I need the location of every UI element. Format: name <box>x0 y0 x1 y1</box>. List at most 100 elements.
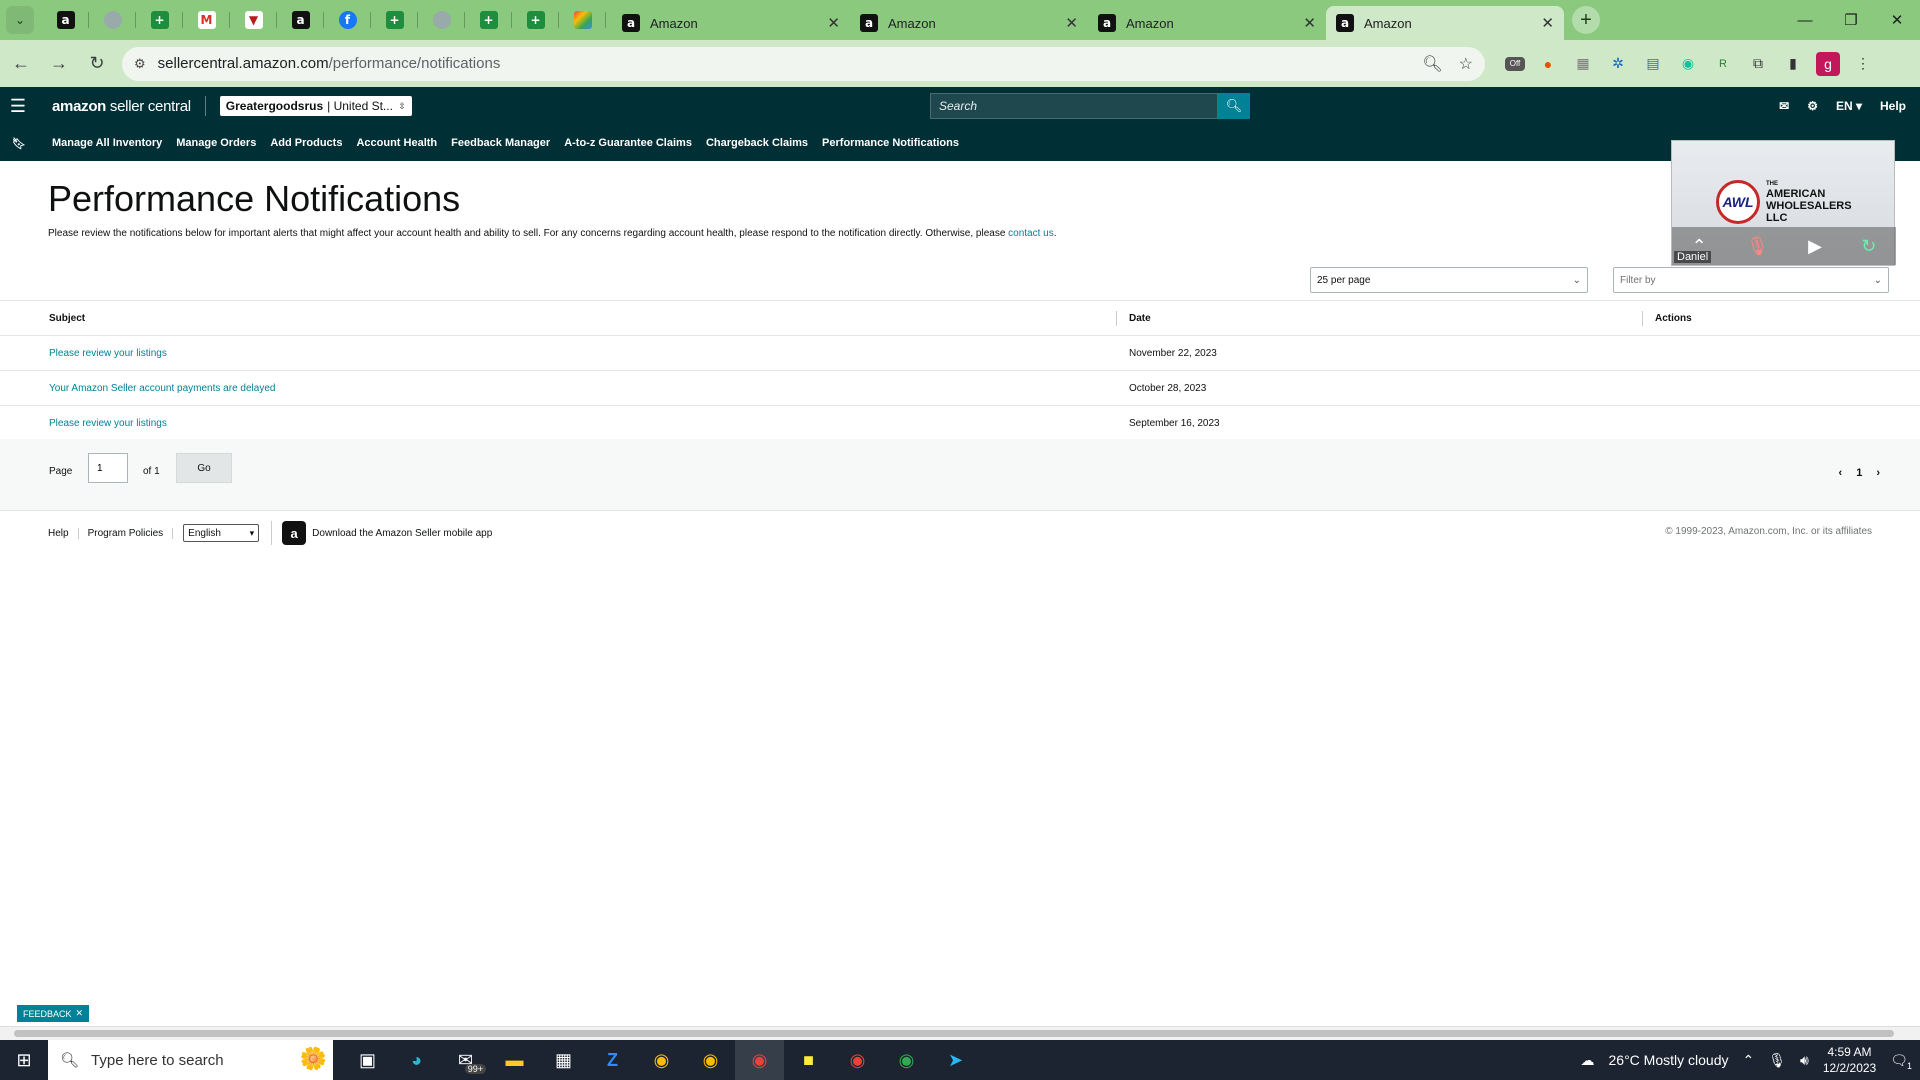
scrollbar-thumb[interactable] <box>14 1030 1894 1037</box>
extension-tool-icon[interactable]: ▦ <box>1571 52 1595 76</box>
language-selector[interactable]: EN ▾ <box>1836 99 1862 113</box>
microphone-icon[interactable]: 🎙︎ <box>1768 1052 1786 1069</box>
notification-subject-link[interactable]: Please review your listings <box>49 348 167 359</box>
extension-grammarly-icon[interactable]: ◉ <box>1676 52 1700 76</box>
profile-avatar[interactable]: g <box>1816 51 1840 76</box>
restore-button[interactable]: ❐ <box>1828 0 1874 40</box>
new-tab-button[interactable]: + <box>1572 6 1600 34</box>
notification-icon[interactable]: 🗨︎ 1 <box>1890 1052 1912 1071</box>
mic-muted-icon[interactable]: 🎙︎ <box>1746 236 1769 257</box>
pinned-tab[interactable] <box>559 0 606 40</box>
help-link[interactable]: Help <box>1880 99 1906 113</box>
browser-menu-icon[interactable]: ⋮ <box>1851 52 1875 76</box>
pinned-tab[interactable]: M <box>183 0 230 40</box>
subnav-item[interactable]: Feedback Manager <box>451 137 550 149</box>
weather-icon[interactable]: ☁ <box>1581 1052 1595 1069</box>
filter-select[interactable]: Filter by ⌄ <box>1613 267 1889 293</box>
taskbar-search[interactable]: 🔍︎ Type here to search 🌼 <box>48 1040 333 1080</box>
subnav-item[interactable]: Chargeback Claims <box>706 137 808 149</box>
extension-off-icon[interactable]: Off <box>1505 56 1525 71</box>
chrome-icon[interactable]: ◉ <box>882 1040 931 1080</box>
search-input[interactable] <box>930 93 1218 119</box>
hamburger-menu-icon[interactable]: ☰ <box>0 96 36 117</box>
windows-start-icon[interactable]: ⊞ <box>0 1050 48 1071</box>
chevron-right-icon[interactable]: › <box>1876 467 1880 479</box>
page-number-input[interactable] <box>88 453 128 483</box>
chrome-icon[interactable]: ◉ <box>833 1040 882 1080</box>
search-button[interactable]: 🔍︎ <box>1218 93 1250 119</box>
close-tab-icon[interactable]: ✕ <box>827 14 840 32</box>
extensions-puzzle-icon[interactable]: ⧉ <box>1746 52 1770 76</box>
footer-language-select[interactable]: English ▾ <box>183 524 260 542</box>
back-button[interactable]: ← <box>4 47 38 81</box>
mail-icon[interactable]: ✉ <box>1779 99 1789 113</box>
footer-help-link[interactable]: Help <box>39 527 79 539</box>
mail-app-icon[interactable]: ✉ 99+ <box>441 1040 490 1080</box>
contact-us-link[interactable]: contact us <box>1008 228 1054 239</box>
subnav-item[interactable]: Manage All Inventory <box>52 137 162 149</box>
chrome-icon[interactable]: ◉ <box>686 1040 735 1080</box>
close-tab-icon[interactable]: ✕ <box>1303 14 1316 32</box>
per-page-select[interactable]: 25 per page ⌄ <box>1310 267 1588 293</box>
feedback-button[interactable]: FEEDBACK ✕ <box>17 1005 90 1022</box>
forward-button[interactable]: → <box>42 47 76 81</box>
store-icon[interactable]: ▦ <box>539 1040 588 1080</box>
subnav-item[interactable]: Manage Orders <box>176 137 256 149</box>
telegram-icon[interactable]: ➤ <box>931 1040 980 1080</box>
pinned-tab[interactable]: + <box>465 0 512 40</box>
chrome-icon[interactable]: ◉ <box>735 1040 784 1080</box>
file-explorer-icon[interactable]: ▬ <box>490 1040 539 1080</box>
side-panel-icon[interactable]: ▮ <box>1781 52 1805 76</box>
close-tab-icon[interactable]: ✕ <box>1541 14 1554 32</box>
settings-gear-icon[interactable]: ⚙ <box>1807 99 1818 113</box>
minimize-button[interactable]: — <box>1782 0 1828 40</box>
store-selector[interactable]: Greatergoodsrus | United St... ⇳ <box>219 96 412 116</box>
chevron-up-icon[interactable]: ⌃ <box>1742 1052 1754 1069</box>
extension-green-icon[interactable]: R <box>1711 52 1735 76</box>
extension-blue-icon[interactable]: ✲ <box>1606 52 1630 76</box>
camera-icon[interactable]: ▶ <box>1808 236 1822 257</box>
pinned-tab[interactable]: ▼ <box>230 0 277 40</box>
subnav-item[interactable]: Account Health <box>356 137 437 149</box>
speaker-icon[interactable]: 🔊︎ <box>1800 1052 1809 1069</box>
browser-tab[interactable]: a Amazon ✕ <box>850 6 1088 40</box>
pinned-tab[interactable]: + <box>136 0 183 40</box>
close-window-button[interactable]: ✕ <box>1874 0 1920 40</box>
zoom-app-icon[interactable]: Z <box>588 1040 637 1080</box>
browser-tab[interactable]: a Amazon ✕ <box>1326 6 1564 40</box>
horizontal-scrollbar[interactable] <box>0 1026 1920 1040</box>
column-subject[interactable]: Subject <box>0 301 1116 335</box>
pinned-tab[interactable] <box>89 0 136 40</box>
column-date[interactable]: Date <box>1116 301 1642 335</box>
pinned-tab[interactable]: + <box>371 0 418 40</box>
go-button[interactable]: Go <box>176 453 232 483</box>
extension-orange-icon[interactable]: ● <box>1536 52 1560 76</box>
zoom-icon[interactable]: 🔍︎ <box>1422 54 1442 74</box>
bookmark-icon[interactable]: 🔖︎ <box>0 137 38 150</box>
clock[interactable]: 4:59 AM 12/2/2023 <box>1823 1044 1876 1076</box>
pinned-tab[interactable]: a <box>42 0 89 40</box>
extension-zoominfo-icon[interactable]: ▤ <box>1641 52 1665 76</box>
tab-search-button[interactable]: ⌄ <box>6 6 34 34</box>
subnav-item[interactable]: Performance Notifications <box>822 137 959 149</box>
address-bar[interactable]: ⚙ sellercentral.amazon.com/performance/n… <box>122 46 1485 81</box>
reload-button[interactable]: ↻ <box>80 47 114 81</box>
pinned-tab[interactable]: f <box>324 0 371 40</box>
browser-tab[interactable]: a Amazon ✕ <box>1088 6 1326 40</box>
video-call-overlay[interactable]: AWL THE AMERICAN WHOLESALERS LLC ⌃ 🎙︎ ▶ … <box>1671 140 1896 266</box>
pinned-tab[interactable]: a <box>277 0 324 40</box>
bookmark-star-icon[interactable]: ☆ <box>1459 54 1473 74</box>
current-page[interactable]: 1 <box>1856 467 1862 479</box>
sticky-notes-icon[interactable]: ■ <box>784 1040 833 1080</box>
subnav-item[interactable]: Add Products <box>270 137 342 149</box>
notification-subject-link[interactable]: Please review your listings <box>49 418 167 429</box>
chrome-icon[interactable]: ◉ <box>637 1040 686 1080</box>
pinned-tab[interactable] <box>418 0 465 40</box>
chevron-left-icon[interactable]: ‹ <box>1839 467 1843 479</box>
close-tab-icon[interactable]: ✕ <box>1065 14 1078 32</box>
edge-icon[interactable]: ◕ <box>392 1040 441 1080</box>
pinned-tab[interactable]: + <box>512 0 559 40</box>
refresh-icon[interactable]: ↻ <box>1861 236 1876 257</box>
mobile-app-download[interactable]: a Download the Amazon Seller mobile app <box>271 521 492 545</box>
seller-central-logo[interactable]: amazon seller central <box>52 98 191 115</box>
